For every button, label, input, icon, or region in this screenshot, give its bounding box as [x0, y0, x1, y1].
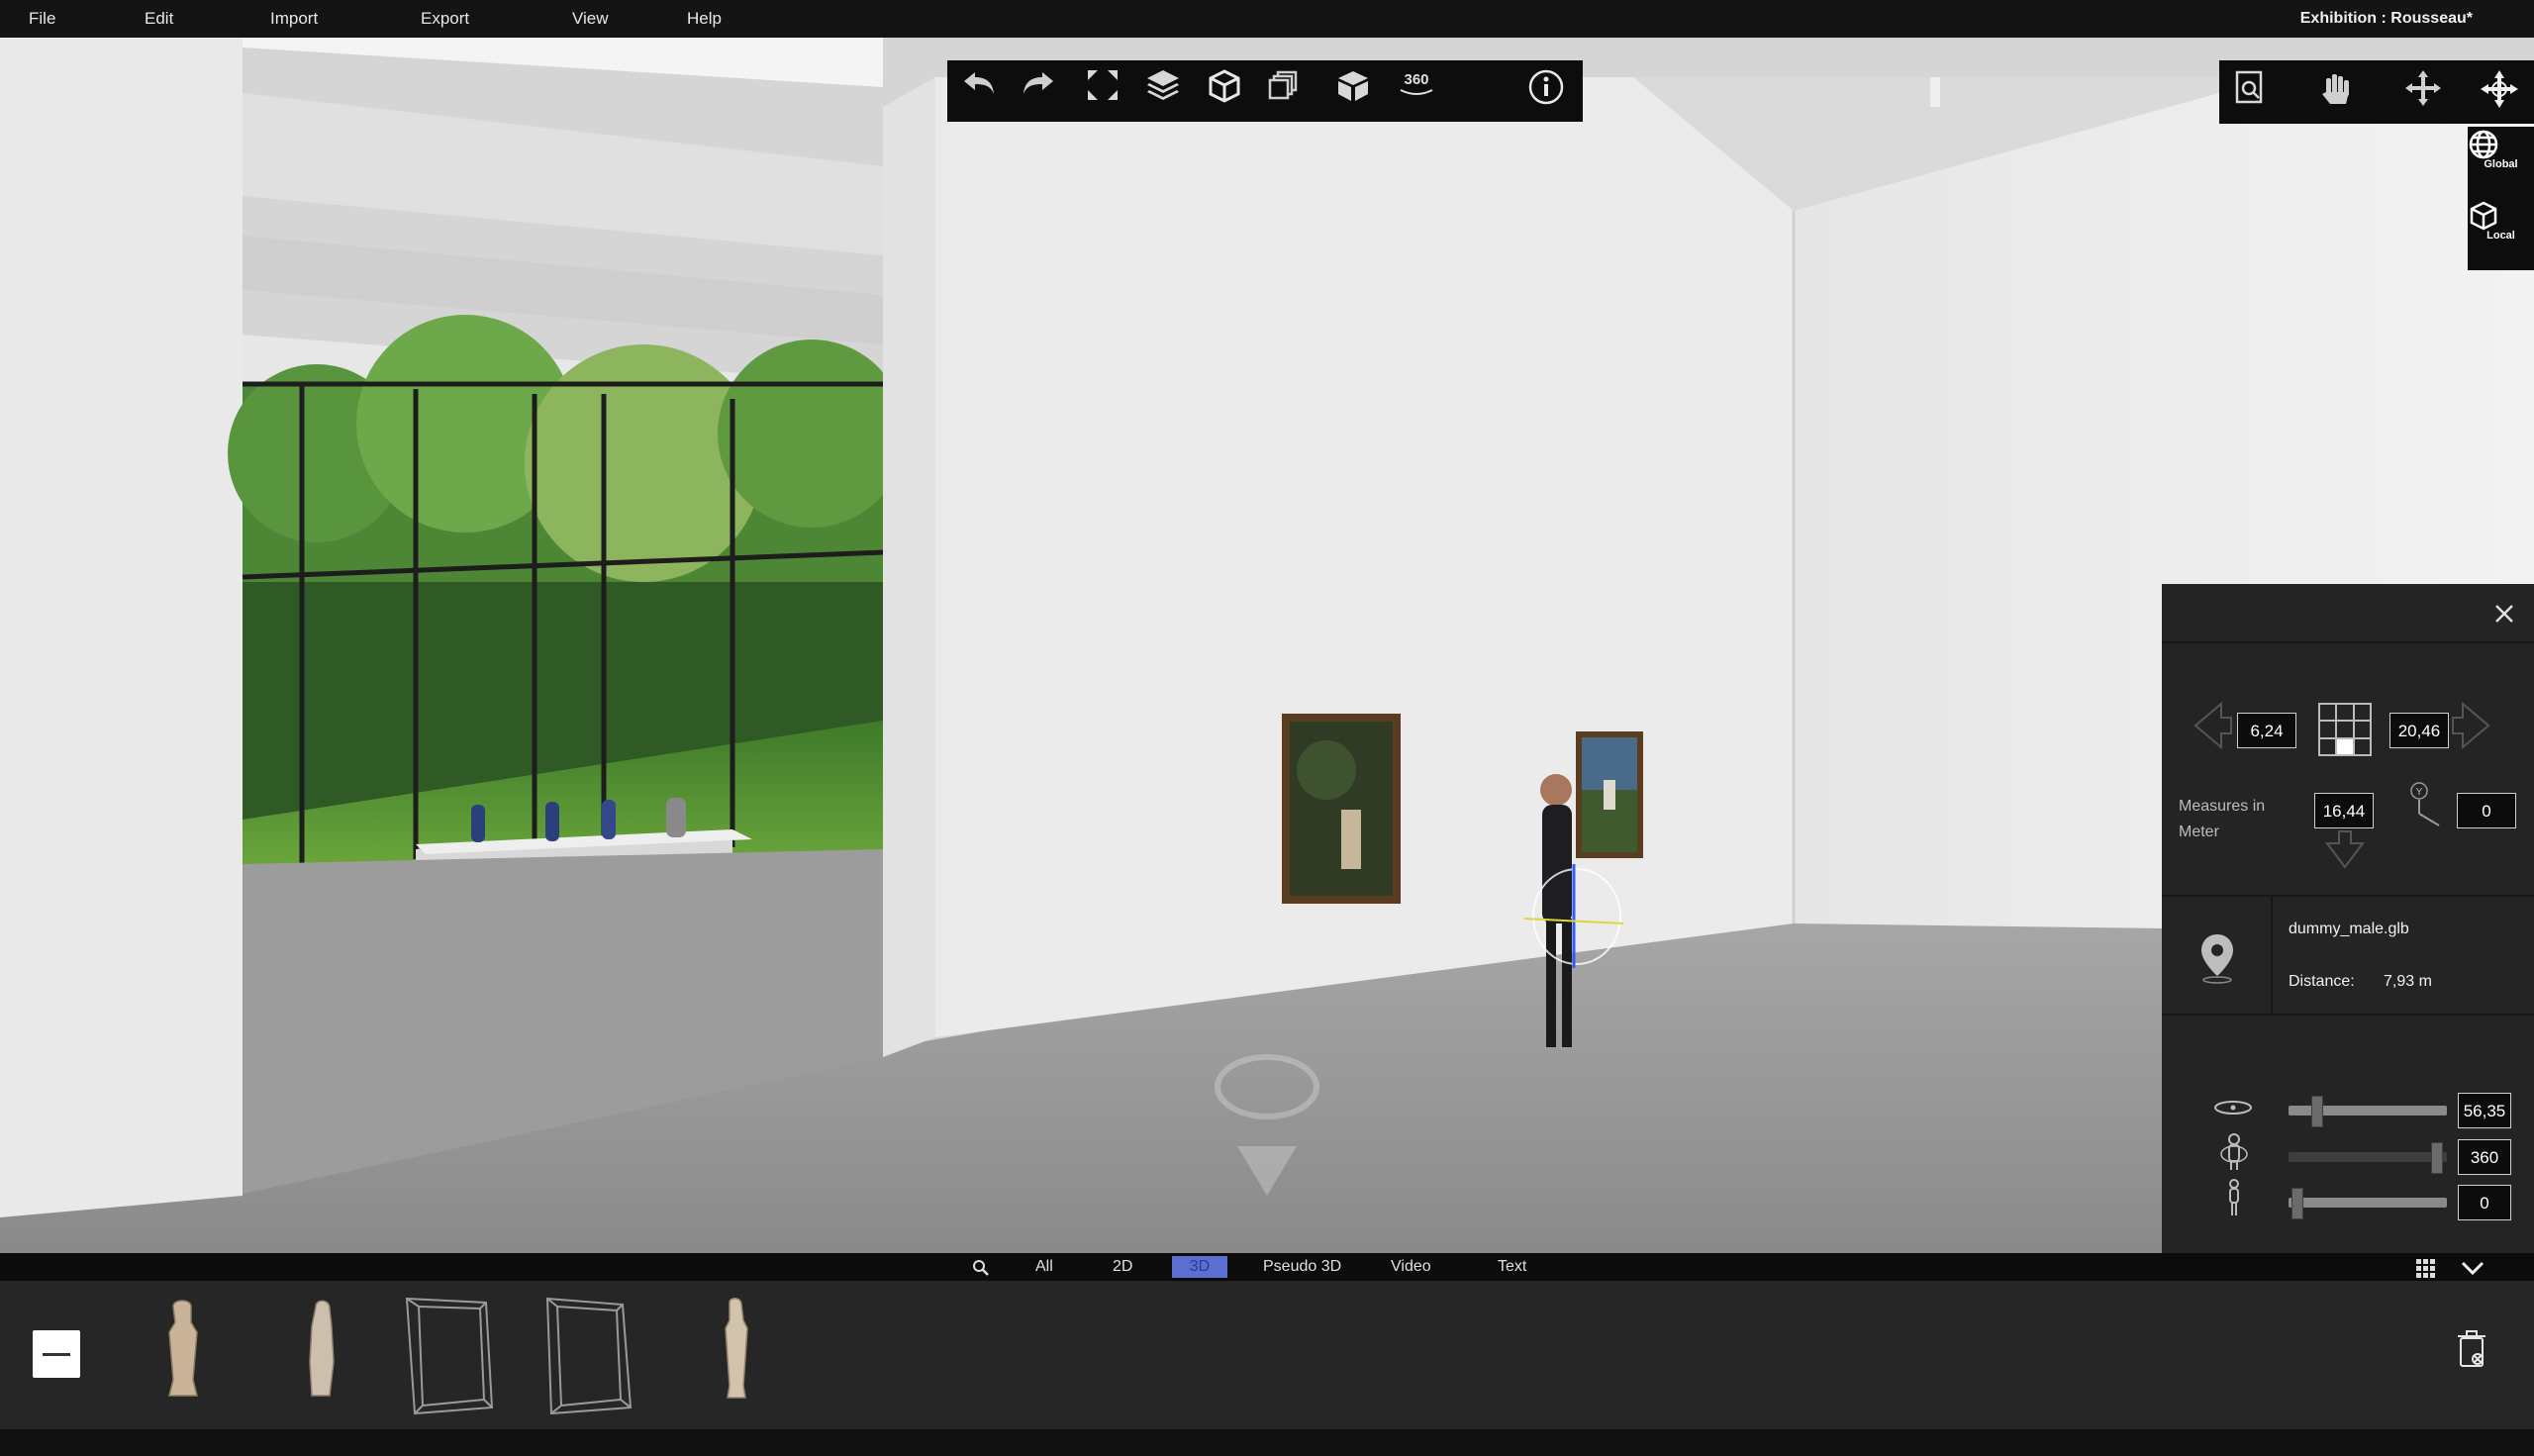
- layers-icon[interactable]: [1145, 68, 1191, 114]
- menu-file[interactable]: File: [29, 0, 55, 38]
- close-icon[interactable]: [2490, 600, 2518, 628]
- hand-pan-icon[interactable]: [2316, 68, 2364, 116]
- painting-1: [1282, 714, 1401, 904]
- grid-position-icon[interactable]: [2318, 703, 2372, 756]
- y-axis-label: Y: [2416, 787, 2423, 798]
- rotation-value-field[interactable]: 56,35: [2458, 1093, 2511, 1128]
- filter-tab-all[interactable]: All: [1031, 1256, 1057, 1278]
- glass-vitrine-icon: [545, 1297, 633, 1415]
- menu-bar: File Edit Import Export View Help Exhibi…: [0, 0, 2534, 38]
- menu-import[interactable]: Import: [270, 0, 318, 38]
- asset-tray: [0, 1281, 2534, 1429]
- angle-value-field[interactable]: 360: [2458, 1139, 2511, 1175]
- move-arrows-icon[interactable]: [2403, 68, 2451, 116]
- asset-item[interactable]: [401, 1293, 500, 1415]
- coordinate-space-toggle: Global Local: [2468, 127, 2534, 270]
- gallery-scene: [0, 38, 2534, 1253]
- filter-tab-pseudo-3d[interactable]: Pseudo 3D: [1259, 1256, 1345, 1278]
- glass-vitrine-icon: [405, 1297, 494, 1415]
- cube-icon[interactable]: [1207, 68, 1252, 114]
- fullscreen-icon[interactable]: [1086, 68, 1131, 114]
- bottom-strip: [0, 1429, 2534, 1456]
- rotate-move-icon[interactable]: [2479, 68, 2526, 116]
- person-rotate-icon: [2220, 1133, 2248, 1170]
- local-cube-icon: [2470, 201, 2497, 231]
- position-z-field[interactable]: 20,46: [2389, 713, 2449, 748]
- menu-export[interactable]: Export: [421, 0, 469, 38]
- rotation-slider-thumb[interactable]: [2310, 1096, 2323, 1127]
- asset-item[interactable]: [272, 1293, 371, 1411]
- position-y-field[interactable]: 0: [2457, 793, 2516, 828]
- asset-item[interactable]: [686, 1293, 785, 1411]
- panel-divider: [2162, 895, 2534, 897]
- arrow-right-icon[interactable]: [2451, 701, 2490, 750]
- person-height-icon: [2229, 1179, 2239, 1215]
- exhibition-title: Exhibition : Rousseau*: [2299, 10, 2473, 27]
- position-x-field[interactable]: 6,24: [2237, 713, 2296, 748]
- rotation-ring-icon: [2214, 1101, 2252, 1115]
- chevron-down-icon[interactable]: [2461, 1260, 2485, 1276]
- filter-tab-text[interactable]: Text: [1494, 1256, 1530, 1278]
- object-properties-panel: 6,24 20,46 Measures in Meter 16,44 Y 0 d…: [2162, 584, 2534, 1253]
- undo-icon[interactable]: [961, 68, 1007, 114]
- filter-tab-video[interactable]: Video: [1387, 1256, 1435, 1278]
- arrow-left-icon[interactable]: [2193, 701, 2233, 750]
- y-axis-icon: Y: [2410, 782, 2440, 826]
- grid-view-icon[interactable]: [2415, 1258, 2435, 1278]
- search-icon[interactable]: [972, 1259, 990, 1277]
- panel-divider: [2162, 1014, 2534, 1016]
- left-pillar: [0, 38, 243, 1217]
- redo-icon[interactable]: [1021, 68, 1066, 114]
- asset-filter-bar: All 2D 3D Pseudo 3D Video Text: [0, 1253, 2534, 1281]
- trash-icon[interactable]: [2457, 1330, 2486, 1368]
- global-toggle[interactable]: Global: [2468, 129, 2534, 198]
- position-depth-field[interactable]: 16,44: [2314, 793, 2374, 828]
- angle-slider-track[interactable]: [2289, 1152, 2447, 1162]
- box-3d-icon[interactable]: [1335, 68, 1381, 114]
- measures-label: Measures in Meter: [2179, 798, 2266, 840]
- menu-view[interactable]: View: [572, 0, 609, 38]
- location-pin-icon[interactable]: [2197, 932, 2237, 984]
- info-icon[interactable]: [1527, 68, 1573, 114]
- height-slider-thumb[interactable]: [2291, 1188, 2303, 1219]
- panorama-360-icon[interactable]: 360: [1397, 68, 1442, 114]
- globe-icon: [2469, 130, 2498, 159]
- distance-value: 7,93 m: [2384, 973, 2432, 990]
- asset-item[interactable]: [541, 1293, 640, 1415]
- angle-slider-thumb[interactable]: [2431, 1142, 2443, 1174]
- painting-2: [1576, 731, 1643, 858]
- panorama-360-label: 360: [1404, 71, 1428, 88]
- menu-edit[interactable]: Edit: [145, 0, 173, 38]
- collapse-tray-button[interactable]: [33, 1330, 80, 1378]
- arrow-down-icon[interactable]: [2325, 829, 2365, 869]
- height-value-field[interactable]: 0: [2458, 1185, 2511, 1220]
- panel-divider: [2162, 641, 2534, 643]
- 3d-viewport[interactable]: 360 Global Local: [0, 38, 2534, 1253]
- filter-tab-2d[interactable]: 2D: [1109, 1256, 1136, 1278]
- asset-item[interactable]: [134, 1293, 233, 1411]
- height-slider-track[interactable]: [2289, 1198, 2447, 1208]
- distance-label: Distance:: [2289, 973, 2355, 990]
- filter-tab-3d[interactable]: 3D: [1172, 1256, 1227, 1278]
- menu-help[interactable]: Help: [687, 0, 722, 38]
- document-search-icon[interactable]: [2231, 68, 2279, 116]
- sculpture-statue-icon: [725, 1298, 748, 1399]
- sculpture-statue-icon: [309, 1300, 335, 1397]
- top-toolbar: 360: [947, 60, 1583, 122]
- local-toggle[interactable]: Local: [2468, 200, 2534, 269]
- object-filename: dummy_male.glb: [2289, 921, 2409, 937]
- view-stack-icon[interactable]: [1266, 68, 1312, 114]
- minus-icon: [43, 1353, 70, 1356]
- sculpture-statue-icon: [168, 1300, 198, 1397]
- transform-tools: [2219, 60, 2534, 124]
